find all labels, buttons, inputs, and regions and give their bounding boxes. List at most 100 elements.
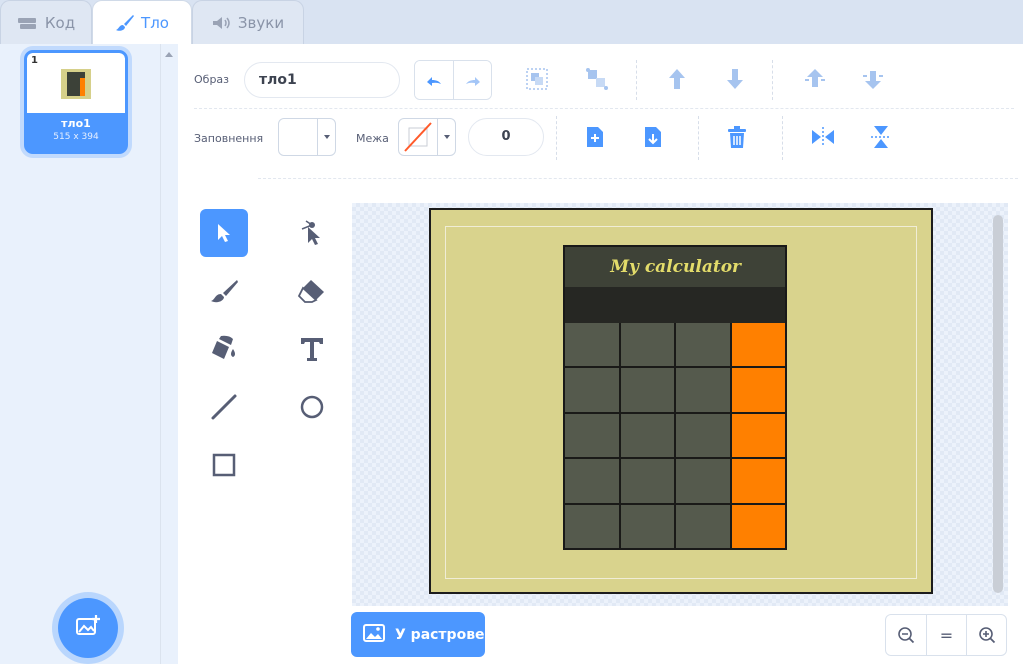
bring-to-front-icon xyxy=(805,69,825,87)
undo-icon xyxy=(427,77,441,86)
tab-backdrops-label: Тло xyxy=(141,13,169,32)
backdrop-name: тло1 xyxy=(61,117,91,130)
zoom-in-button[interactable] xyxy=(966,615,1006,655)
backdrop-thumbnail: 1 xyxy=(27,53,125,113)
tab-backdrops[interactable]: Тло xyxy=(92,0,192,44)
copy-button[interactable] xyxy=(580,122,610,152)
redo-button[interactable] xyxy=(453,61,491,99)
delete-button[interactable] xyxy=(722,122,752,152)
arrow-down-icon xyxy=(727,69,743,89)
fill-swatch xyxy=(279,119,317,155)
chevron-down-icon xyxy=(443,135,450,139)
costume-name-input[interactable]: тло1 xyxy=(244,62,400,98)
add-backdrop-icon xyxy=(75,614,101,642)
ungroup-button[interactable] xyxy=(582,64,612,94)
zoom-reset-label: = xyxy=(939,625,954,645)
chevron-down-icon xyxy=(323,135,330,139)
fill-dropdown[interactable] xyxy=(317,119,335,155)
calculator-key xyxy=(676,504,730,548)
paste-button[interactable] xyxy=(638,122,668,152)
outline-color-picker[interactable] xyxy=(398,118,456,156)
toolbar-divider xyxy=(194,108,1014,109)
costume-name-label: Образ xyxy=(194,73,230,86)
backward-button[interactable] xyxy=(720,64,750,94)
paste-icon xyxy=(645,127,661,147)
convert-to-bitmap-label: У растрове xyxy=(395,626,485,643)
text-icon xyxy=(301,338,323,361)
outline-dropdown[interactable] xyxy=(437,119,455,155)
fill-tool[interactable] xyxy=(200,325,248,373)
rectangle-icon xyxy=(212,453,236,477)
ungroup-icon xyxy=(586,68,608,90)
backdrop-index: 1 xyxy=(31,55,38,66)
rectangle-tool[interactable] xyxy=(200,441,248,489)
arrow-up-icon xyxy=(669,69,685,89)
eraser-icon xyxy=(297,280,324,303)
zoom-reset-button[interactable]: = xyxy=(926,615,966,655)
zoom-out-icon xyxy=(898,627,915,644)
editor-tabs-bar: Код Тло Звуки xyxy=(0,0,1023,44)
calculator-operator-key xyxy=(731,413,785,458)
line-icon xyxy=(211,394,237,420)
fill-color-picker[interactable] xyxy=(278,118,336,156)
undo-button[interactable] xyxy=(415,61,453,99)
convert-to-bitmap-button[interactable]: У растрове xyxy=(351,612,485,657)
backdrop-list-scrollbar[interactable] xyxy=(160,44,178,664)
calculator-drawing[interactable]: My calculator xyxy=(563,245,787,550)
canvas-scrollbar[interactable] xyxy=(993,215,1003,593)
outline-width-input[interactable]: 0 xyxy=(468,118,544,156)
select-tool[interactable] xyxy=(200,209,248,257)
calculator-key xyxy=(620,504,674,548)
line-tool[interactable] xyxy=(200,383,248,431)
separator xyxy=(782,116,783,160)
tab-code[interactable]: Код xyxy=(0,0,92,44)
toolbar-divider xyxy=(258,178,1018,179)
code-icon xyxy=(17,16,39,30)
flip-vertical-icon xyxy=(871,126,891,148)
reshape-tool[interactable] xyxy=(288,209,336,257)
circle-tool[interactable] xyxy=(288,383,336,431)
separator xyxy=(698,116,699,160)
add-backdrop-button[interactable] xyxy=(58,598,118,658)
forward-button[interactable] xyxy=(662,64,692,94)
copy-icon xyxy=(587,127,603,147)
fill-label: Заповнення xyxy=(194,132,264,145)
reshape-icon xyxy=(301,220,320,245)
group-icon xyxy=(526,68,548,90)
calculator-key xyxy=(565,323,619,367)
zoom-out-button[interactable] xyxy=(886,615,926,655)
text-tool[interactable] xyxy=(288,325,336,373)
calculator-key xyxy=(676,368,730,412)
image-icon xyxy=(363,623,385,646)
calculator-operator-key xyxy=(731,368,785,412)
outline-label: Межа xyxy=(356,132,389,145)
scroll-up-arrow-icon[interactable] xyxy=(165,52,173,57)
outline-swatch xyxy=(399,119,437,155)
tab-sounds-label: Звуки xyxy=(237,13,285,32)
send-to-back-icon xyxy=(863,71,883,89)
tab-code-label: Код xyxy=(44,13,76,32)
flip-horizontal-icon xyxy=(812,127,834,147)
backdrop-item-1[interactable]: 1 тло1 515 x 394 xyxy=(24,50,128,154)
front-button[interactable] xyxy=(800,64,830,94)
separator xyxy=(772,60,773,100)
flip-vertical-button[interactable] xyxy=(866,122,896,152)
calculator-operator-key xyxy=(731,323,785,367)
calculator-key xyxy=(565,504,619,548)
tab-sounds[interactable]: Звуки xyxy=(192,0,304,44)
group-button[interactable] xyxy=(522,64,552,94)
calculator-thumbnail-image xyxy=(61,69,91,99)
back-button[interactable] xyxy=(858,64,888,94)
separator xyxy=(556,116,557,160)
zoom-controls: = xyxy=(885,614,1007,656)
calculator-title: My calculator xyxy=(565,247,785,287)
calculator-keypad xyxy=(565,323,785,548)
calculator-key xyxy=(676,459,730,503)
eraser-tool[interactable] xyxy=(288,267,336,315)
brush-tool[interactable] xyxy=(200,267,248,315)
calculator-key xyxy=(620,459,674,503)
calculator-display xyxy=(565,287,785,323)
flip-horizontal-button[interactable] xyxy=(808,122,838,152)
calculator-key xyxy=(676,413,730,458)
separator xyxy=(636,60,637,100)
